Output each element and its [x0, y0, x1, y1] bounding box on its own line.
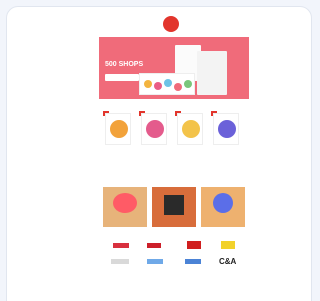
email-preview-card: 500 SHOPS C&A	[6, 6, 312, 301]
balloon-icon	[164, 79, 172, 87]
product-image	[105, 113, 131, 145]
balloon-icon	[174, 83, 182, 91]
product-image	[177, 113, 203, 145]
hero-box-image	[197, 51, 227, 95]
brand-logo-ca[interactable]: C&A	[219, 257, 236, 266]
category-tile[interactable]	[152, 187, 196, 227]
product-card[interactable]	[175, 111, 205, 161]
category-tiles	[103, 187, 245, 227]
email-template: 500 SHOPS C&A	[99, 9, 249, 301]
balloon-icon	[146, 120, 164, 138]
brand-logo-mark[interactable]	[187, 241, 201, 249]
balloon-icon	[110, 120, 128, 138]
brand-logo-mark[interactable]	[221, 241, 235, 249]
brand-logo-mark[interactable]	[185, 259, 201, 264]
brand-logo-mark[interactable]	[147, 243, 161, 248]
product-card[interactable]	[103, 111, 133, 161]
hero-cta-button[interactable]	[105, 74, 139, 81]
product-image	[141, 113, 167, 145]
email-header	[99, 15, 249, 33]
hero-banner[interactable]: 500 SHOPS	[99, 37, 249, 99]
category-tile[interactable]	[201, 187, 245, 227]
shape-icon	[164, 195, 184, 215]
brand-logo-mark[interactable]	[147, 259, 163, 264]
balloon-icon	[154, 82, 162, 90]
balloon-icon	[113, 193, 137, 213]
product-grid	[103, 111, 245, 169]
balloon-icon	[184, 80, 192, 88]
balloon-icon	[144, 80, 152, 88]
product-card[interactable]	[139, 111, 169, 161]
brand-logo-mark[interactable]	[111, 259, 129, 264]
product-image	[213, 113, 239, 145]
balloon-icon	[213, 193, 233, 213]
brand-logo-mark[interactable]	[113, 243, 129, 248]
hero-screen-image	[139, 73, 195, 95]
category-tile[interactable]	[103, 187, 147, 227]
hero-headline: 500 SHOPS	[105, 61, 144, 68]
brand-logos: C&A	[103, 237, 245, 277]
balloon-icon	[182, 120, 200, 138]
brand-logo[interactable]	[163, 16, 179, 32]
product-card[interactable]	[211, 111, 241, 161]
balloon-icon	[218, 120, 236, 138]
